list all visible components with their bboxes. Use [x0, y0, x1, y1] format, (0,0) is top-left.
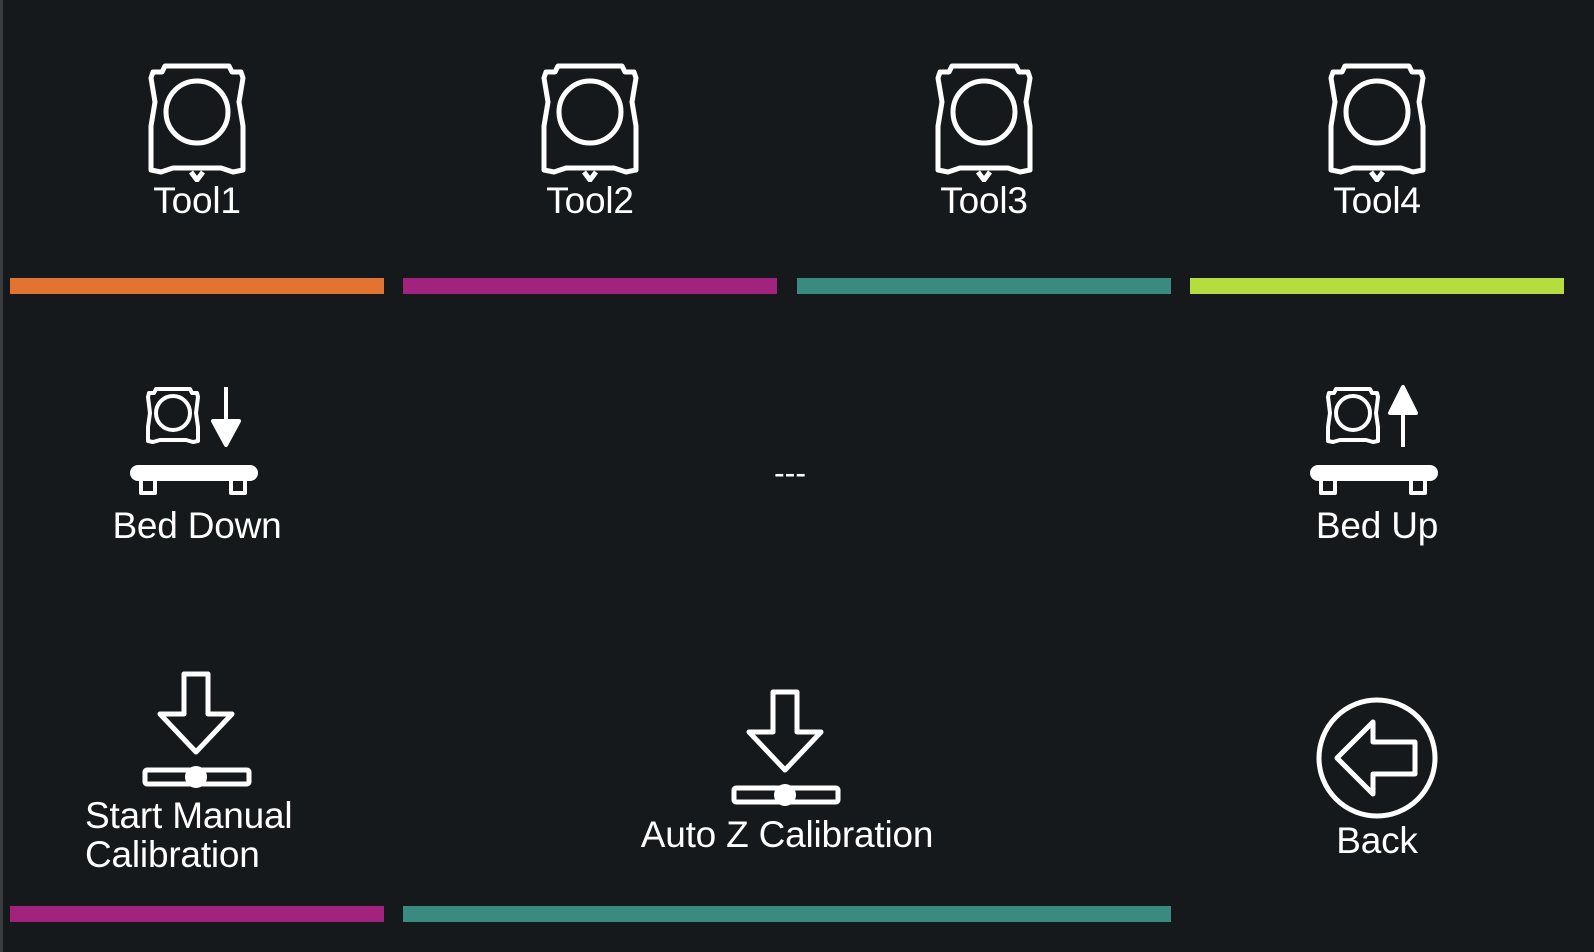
tool4-color-bar — [1190, 278, 1564, 294]
toolhead-icon — [934, 62, 1034, 182]
bed-down-label: Bed Down — [112, 505, 282, 546]
tool2-button[interactable]: Tool2 — [403, 8, 777, 294]
tool3-button[interactable]: Tool3 — [797, 8, 1171, 294]
bed-down-icon — [127, 383, 267, 503]
tool4-label: Tool4 — [1333, 180, 1421, 221]
tool3-label: Tool3 — [940, 180, 1028, 221]
toolhead-icon — [147, 62, 247, 182]
tool1-button[interactable]: Tool1 — [10, 8, 384, 294]
tool3-color-bar — [797, 278, 1171, 294]
manual-calibration-color-bar — [10, 906, 384, 922]
tool-calibration-screen: Tool1 Tool2 Tool3 Tool4 Bed Down --- Bed… — [0, 0, 1594, 952]
start-manual-calibration-label: Start Manual Calibration — [85, 795, 293, 875]
auto-z-calibration-label: Auto Z Calibration — [640, 814, 934, 855]
bed-up-button[interactable]: Bed Up — [1190, 325, 1564, 611]
tool1-color-bar — [10, 278, 384, 294]
placeholder-text: --- — [774, 455, 806, 491]
start-manual-calibration-button[interactable]: Start Manual Calibration — [10, 640, 384, 922]
calibration-probe-icon — [142, 670, 254, 790]
tool2-color-bar — [403, 278, 777, 294]
back-label: Back — [1336, 820, 1418, 861]
back-button[interactable]: Back — [1190, 640, 1564, 922]
auto-z-calibration-color-bar — [403, 906, 1171, 922]
bed-up-icon — [1307, 383, 1447, 503]
auto-z-calibration-button[interactable]: Auto Z Calibration — [403, 640, 1171, 922]
toolhead-icon — [540, 62, 640, 182]
tool1-label: Tool1 — [153, 180, 241, 221]
bed-down-button[interactable]: Bed Down — [10, 325, 384, 611]
toolhead-icon — [1327, 62, 1427, 182]
tool2-label: Tool2 — [546, 180, 634, 221]
calibration-probe-icon — [731, 688, 843, 810]
back-arrow-icon — [1315, 696, 1439, 820]
bed-up-label: Bed Up — [1315, 505, 1439, 546]
tool4-button[interactable]: Tool4 — [1190, 8, 1564, 294]
